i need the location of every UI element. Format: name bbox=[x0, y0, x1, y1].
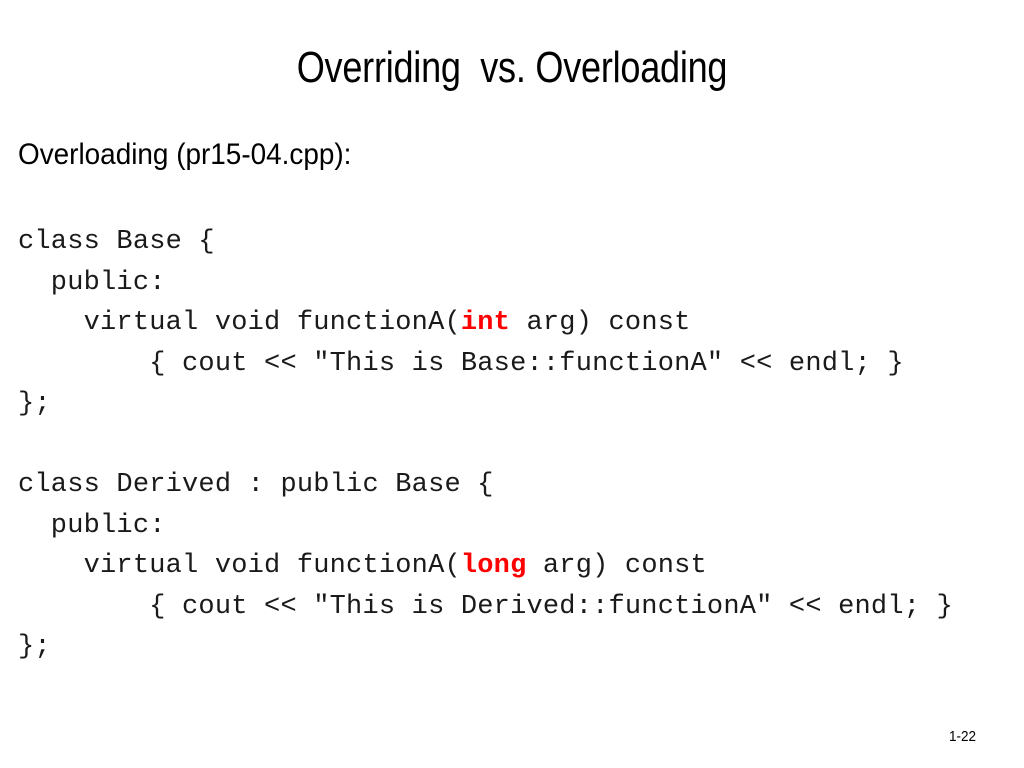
code-line-base-method-body: { cout << "This is Base::functionA" << e… bbox=[18, 344, 1008, 385]
code-text: public: bbox=[18, 510, 166, 541]
page-number: 1-22 bbox=[948, 728, 976, 745]
slide-canvas: Overriding vs. Overloading Overloading (… bbox=[0, 0, 1024, 768]
code-text: { cout << "This is Base::functionA" << e… bbox=[18, 348, 904, 379]
code-line-spacer bbox=[18, 425, 1008, 466]
code-line-base-access-specifier: public: bbox=[18, 263, 1008, 304]
code-line-base-close: }; bbox=[18, 384, 1008, 425]
code-line-derived-method-body: { cout << "This is Derived::functionA" <… bbox=[18, 587, 1008, 628]
code-line-base-declaration: class Base { bbox=[18, 222, 1008, 263]
code-text: }; bbox=[18, 389, 51, 419]
code-text: virtual void functionA( bbox=[18, 551, 461, 581]
code-text: class Derived : public Base { bbox=[18, 470, 494, 500]
code-text: { cout << "This is Derived::functionA" <… bbox=[18, 591, 953, 622]
code-line-derived-close: }; bbox=[18, 627, 1008, 668]
code-line-derived-method-signature: virtual void functionA(long arg) const bbox=[18, 546, 1008, 587]
keyword-long: long bbox=[460, 551, 527, 581]
code-text: arg) const bbox=[526, 551, 707, 581]
page-title: Overriding vs. Overloading bbox=[296, 43, 728, 92]
code-block: class Base { public: virtual void functi… bbox=[18, 222, 1008, 668]
code-text: }; bbox=[18, 632, 51, 662]
section-subtitle: Overloading (pr15-04.cpp): bbox=[18, 138, 352, 171]
code-line-derived-access-specifier: public: bbox=[18, 506, 1008, 547]
code-text: class Base { bbox=[18, 227, 215, 257]
code-line-base-method-signature: virtual void functionA(int arg) const bbox=[18, 303, 1008, 344]
keyword-int: int bbox=[460, 308, 511, 338]
code-line-derived-declaration: class Derived : public Base { bbox=[18, 465, 1008, 506]
code-text: arg) const bbox=[510, 308, 691, 338]
code-text: public: bbox=[18, 267, 166, 298]
code-text: virtual void functionA( bbox=[18, 308, 461, 338]
